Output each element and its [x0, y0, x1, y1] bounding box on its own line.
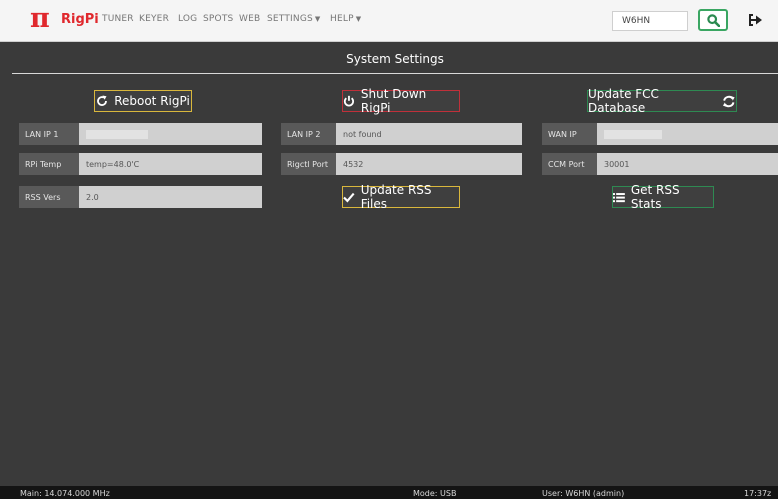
update-rss-files-label: Update RSS Files [360, 183, 432, 211]
nav-help-label: HELP [330, 14, 354, 24]
top-navbar: π RigPi TUNER KEYER LOG SPOTS WEB SETTIN… [0, 0, 778, 42]
status-mode: Mode: USB [413, 489, 457, 498]
nav-tuner[interactable]: TUNER [102, 14, 134, 24]
caret-down-icon: ▼ [355, 15, 362, 23]
rigctl-port-label: Rigctl Port [281, 153, 336, 175]
update-rss-files-button[interactable]: Update RSS Files [342, 183, 460, 211]
power-icon [343, 95, 355, 107]
status-user: User: W6HN (admin) [542, 489, 625, 498]
brand-name[interactable]: RigPi [61, 12, 99, 27]
lan-ip-1-value [79, 123, 262, 145]
search-icon [707, 14, 720, 27]
check-icon [343, 192, 355, 202]
reboot-button[interactable]: Reboot RigPi [94, 90, 192, 112]
lan-ip-2-label: LAN IP 2 [281, 123, 336, 145]
wan-ip-value [597, 123, 778, 145]
lan-ip-2-field: LAN IP 2 not found [281, 123, 522, 145]
shutdown-button[interactable]: Shut Down RigPi [342, 87, 460, 115]
status-main-frequency: Main: 14.074.000 MHz [20, 489, 110, 498]
callsign-input[interactable]: W6HN [612, 11, 688, 31]
rss-vers-value: 2.0 [79, 186, 262, 208]
get-rss-stats-label: Get RSS Stats [630, 183, 680, 211]
update-fcc-database-button[interactable]: Update FCC Database [587, 87, 737, 115]
nav-web[interactable]: WEB [239, 14, 260, 24]
nav-help-dropdown[interactable]: HELP ▼ [330, 14, 361, 24]
rpi-temp-value: temp=48.0'C [79, 153, 262, 175]
lan-ip-1-field: LAN IP 1 [19, 123, 262, 145]
redacted-value [86, 129, 148, 139]
wan-ip-field: WAN IP [542, 123, 778, 145]
rigctl-port-input[interactable]: 4532 [336, 153, 522, 175]
rigpi-logo-icon[interactable]: π [30, 4, 50, 34]
rotate-icon [97, 95, 108, 106]
update-fcc-button-label: Update FCC Database [588, 87, 659, 115]
rss-vers-label: RSS Vers [19, 186, 79, 208]
ccm-port-label: CCM Port [542, 153, 597, 175]
nav-keyer[interactable]: KEYER [139, 14, 169, 24]
redacted-value [604, 129, 662, 139]
lan-ip-1-label: LAN IP 1 [19, 123, 79, 145]
page-title: System Settings [346, 52, 444, 66]
ccm-port-input[interactable]: 30001 [597, 153, 778, 175]
wan-ip-label: WAN IP [542, 123, 597, 145]
rpi-temp-field: RPi Temp temp=48.0'C [19, 153, 262, 175]
shutdown-button-label: Shut Down RigPi [360, 87, 427, 115]
logout-icon[interactable] [748, 11, 764, 29]
rpi-temp-label: RPi Temp [19, 153, 79, 175]
nav-spots[interactable]: SPOTS [203, 14, 233, 24]
caret-down-icon: ▼ [314, 15, 321, 23]
rigctl-port-field: Rigctl Port 4532 [281, 153, 522, 175]
reboot-button-label: Reboot RigPi [114, 94, 190, 108]
page-header: System Settings [12, 47, 778, 74]
list-icon [613, 192, 625, 202]
nav-log[interactable]: LOG [178, 14, 197, 24]
rss-vers-field: RSS Vers 2.0 [19, 186, 262, 208]
nav-settings-dropdown[interactable]: SETTINGS ▼ [267, 14, 321, 24]
ccm-port-field: CCM Port 30001 [542, 153, 778, 175]
search-button[interactable] [698, 9, 728, 31]
lan-ip-2-value: not found [336, 123, 522, 145]
status-time: 17:37z [744, 489, 772, 498]
status-bar: Main: 14.074.000 MHz Mode: USB User: W6H… [0, 486, 778, 499]
nav-settings-label: SETTINGS [267, 14, 313, 24]
refresh-icon [723, 95, 736, 107]
get-rss-stats-button[interactable]: Get RSS Stats [612, 183, 714, 211]
